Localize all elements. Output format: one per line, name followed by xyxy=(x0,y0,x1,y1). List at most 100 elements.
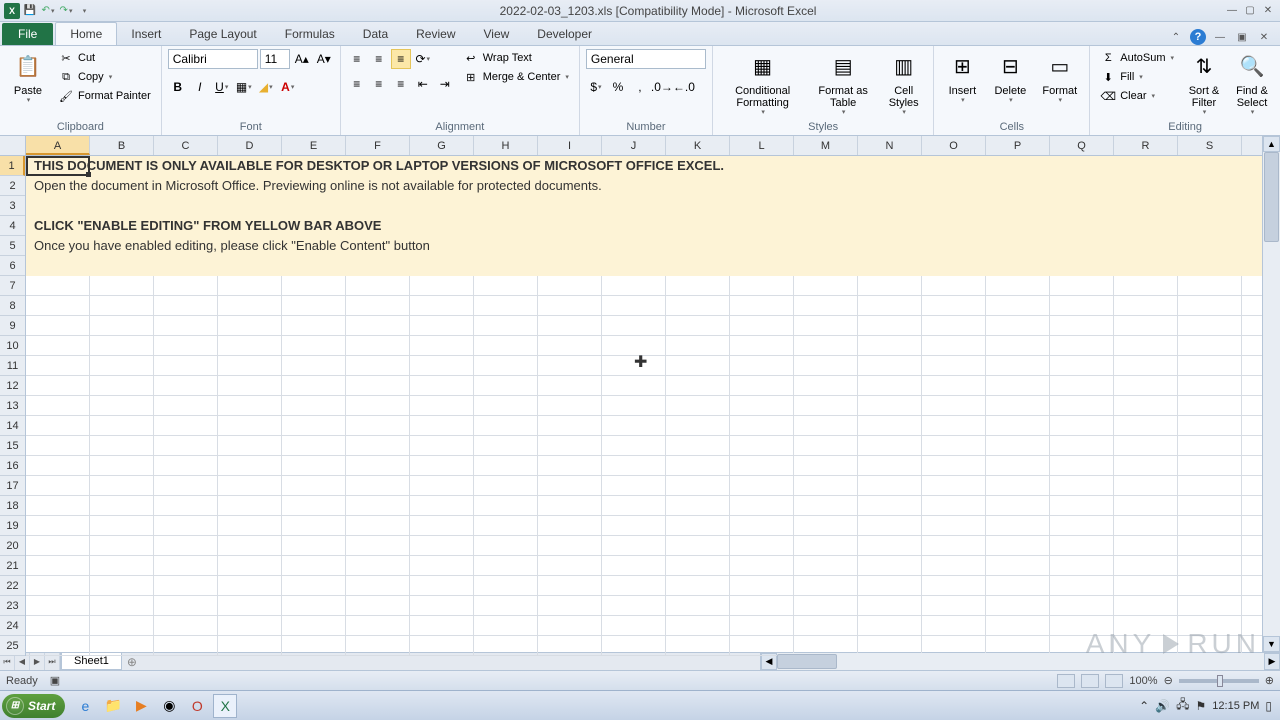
zoom-thumb[interactable] xyxy=(1217,675,1223,687)
cell[interactable] xyxy=(154,616,218,635)
cell[interactable] xyxy=(602,516,666,535)
tab-page-layout[interactable]: Page Layout xyxy=(175,23,270,45)
cell[interactable] xyxy=(346,616,410,635)
italic-button[interactable]: I xyxy=(190,77,210,97)
cell[interactable] xyxy=(1178,536,1242,555)
cell[interactable] xyxy=(410,276,474,295)
hscroll-thumb[interactable] xyxy=(777,654,837,669)
vscroll-thumb[interactable] xyxy=(1264,152,1279,242)
cell[interactable] xyxy=(26,596,90,615)
cell[interactable] xyxy=(410,376,474,395)
cell[interactable] xyxy=(154,336,218,355)
cell[interactable] xyxy=(794,516,858,535)
cell[interactable] xyxy=(1178,616,1242,635)
zoom-slider[interactable] xyxy=(1179,679,1259,683)
cell[interactable] xyxy=(282,616,346,635)
cell[interactable] xyxy=(154,576,218,595)
row-header-22[interactable]: 22 xyxy=(0,576,25,596)
cell[interactable] xyxy=(922,336,986,355)
cell[interactable] xyxy=(410,396,474,415)
cell[interactable] xyxy=(666,376,730,395)
cell[interactable] xyxy=(410,476,474,495)
cell[interactable] xyxy=(922,616,986,635)
cell[interactable] xyxy=(1114,296,1178,315)
cell[interactable] xyxy=(986,476,1050,495)
cell[interactable] xyxy=(730,456,794,475)
cell[interactable] xyxy=(282,596,346,615)
cell[interactable] xyxy=(26,636,90,655)
cell[interactable] xyxy=(602,276,666,295)
cell[interactable] xyxy=(90,456,154,475)
cell[interactable] xyxy=(282,516,346,535)
row-header-11[interactable]: 11 xyxy=(0,356,25,376)
delete-cells-button[interactable]: ⊟Delete▾ xyxy=(988,49,1032,107)
cell[interactable] xyxy=(1178,516,1242,535)
cell[interactable] xyxy=(538,456,602,475)
cell[interactable] xyxy=(602,536,666,555)
cell[interactable] xyxy=(538,316,602,335)
cell[interactable] xyxy=(218,436,282,455)
cell[interactable] xyxy=(282,436,346,455)
cell[interactable] xyxy=(474,416,538,435)
font-color-button[interactable]: A▾ xyxy=(278,77,298,97)
cell[interactable] xyxy=(666,276,730,295)
cell[interactable] xyxy=(666,316,730,335)
close-button[interactable]: ✕ xyxy=(1260,4,1276,18)
tab-insert[interactable]: Insert xyxy=(117,23,175,45)
cell[interactable] xyxy=(730,576,794,595)
cell[interactable] xyxy=(538,436,602,455)
cell[interactable] xyxy=(90,336,154,355)
cell[interactable] xyxy=(154,496,218,515)
cell[interactable] xyxy=(1178,416,1242,435)
cell[interactable] xyxy=(1114,336,1178,355)
cell[interactable] xyxy=(538,376,602,395)
cell[interactable] xyxy=(90,376,154,395)
cell[interactable] xyxy=(410,616,474,635)
cell[interactable] xyxy=(474,296,538,315)
cell[interactable] xyxy=(858,596,922,615)
cell[interactable] xyxy=(282,536,346,555)
tab-data[interactable]: Data xyxy=(349,23,402,45)
cell[interactable] xyxy=(218,296,282,315)
cell[interactable] xyxy=(154,536,218,555)
cell[interactable] xyxy=(154,456,218,475)
cell[interactable] xyxy=(26,356,90,375)
row-header-2[interactable]: 2 xyxy=(0,176,25,196)
cell[interactable] xyxy=(602,316,666,335)
cell[interactable] xyxy=(474,356,538,375)
cell[interactable] xyxy=(602,416,666,435)
cell[interactable] xyxy=(666,436,730,455)
cell-grid[interactable]: THIS DOCUMENT IS ONLY AVAILABLE FOR DESK… xyxy=(26,156,1262,656)
scroll-down-icon[interactable]: ▼ xyxy=(1263,636,1280,652)
cell[interactable] xyxy=(1178,436,1242,455)
maximize-button[interactable]: ▢ xyxy=(1242,4,1258,18)
format-painter-button[interactable]: 🖌Format Painter xyxy=(54,87,155,105)
cell[interactable] xyxy=(922,296,986,315)
cell[interactable] xyxy=(922,516,986,535)
cell[interactable] xyxy=(858,616,922,635)
cell[interactable] xyxy=(26,476,90,495)
cell[interactable] xyxy=(858,416,922,435)
cell[interactable] xyxy=(282,576,346,595)
cell[interactable] xyxy=(986,316,1050,335)
cell[interactable] xyxy=(858,356,922,375)
cell-styles-button[interactable]: ▥Cell Styles▾ xyxy=(880,49,927,119)
row-header-13[interactable]: 13 xyxy=(0,396,25,416)
cell[interactable] xyxy=(794,556,858,575)
cell[interactable] xyxy=(90,636,154,655)
cell[interactable] xyxy=(858,536,922,555)
col-header-Q[interactable]: Q xyxy=(1050,136,1114,155)
save-icon[interactable]: 💾 xyxy=(22,3,38,19)
col-header-O[interactable]: O xyxy=(922,136,986,155)
merge-center-button[interactable]: ⊞Merge & Center▾ xyxy=(459,68,573,86)
cell[interactable] xyxy=(1050,356,1114,375)
col-header-P[interactable]: P xyxy=(986,136,1050,155)
cell[interactable] xyxy=(1050,316,1114,335)
cell[interactable] xyxy=(666,396,730,415)
cell[interactable] xyxy=(922,496,986,515)
cell[interactable] xyxy=(218,536,282,555)
flag-icon[interactable]: ⚑ xyxy=(1196,699,1207,713)
cell[interactable] xyxy=(474,336,538,355)
cell[interactable] xyxy=(1050,616,1114,635)
cell[interactable] xyxy=(474,456,538,475)
